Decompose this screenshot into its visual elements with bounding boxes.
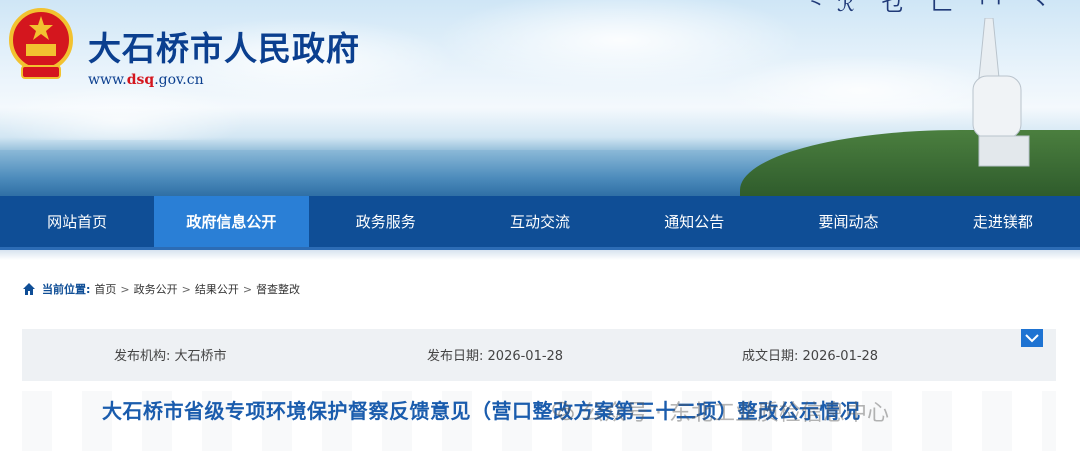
nav-item-services[interactable]: 政务服务 [309,196,463,247]
collapse-button[interactable] [1021,329,1043,347]
site-banner: 大石桥市人民政府 www.dsq.gov.cn ⺀ℛ 乜 𠃊 冖 ⼂ [0,0,1080,196]
nav-item-notices[interactable]: 通知公告 [617,196,771,247]
monument-icon [972,18,1030,167]
banner-clouds [0,0,1080,140]
nav-item-interaction[interactable]: 互动交流 [463,196,617,247]
main-nav: 网站首页 政府信息公开 政务服务 互动交流 通知公告 要闻动态 走进镁都 [0,196,1080,250]
national-emblem-icon [9,8,73,79]
url-prefix: www. [88,72,127,88]
meta-publish-date: 发布日期: 2026-01-28 [427,345,563,364]
breadcrumb-results[interactable]: 结果公开 [195,281,239,297]
url-suffix: .gov.cn [154,72,204,88]
publisher-value: 大石桥市 [174,349,227,364]
meta-written-date: 成文日期: 2026-01-28 [742,345,878,364]
nav-item-gov-info[interactable]: 政府信息公开 [154,196,309,247]
breadcrumb-separator: > [120,282,130,296]
nav-shadow [0,250,1080,260]
breadcrumb-gov-affairs[interactable]: 政务公开 [134,281,178,297]
breadcrumb-supervision[interactable]: 督查整改 [256,281,300,297]
home-icon [23,283,35,295]
chevron-down-icon [1025,334,1039,343]
publish-date-value: 2026-01-28 [487,349,564,364]
nav-item-about[interactable]: 走进镁都 [926,196,1080,247]
article-meta-panel: 发布机构: 大石桥市 发布日期: 2026-01-28 成文日期: 2026-0… [22,329,1056,381]
watermark: 公众号 · 东北工业质检信息中心 [552,395,889,427]
breadcrumb-label: 当前位置: [42,283,91,296]
nav-item-news[interactable]: 要闻动态 [771,196,925,247]
publish-date-label: 发布日期: [427,349,484,364]
site-url[interactable]: www.dsq.gov.cn [88,72,204,88]
breadcrumb-separator: > [242,282,253,296]
watermark-text: 公众号 · 东北工业质检信息中心 [582,401,889,426]
url-highlight: dsq [126,72,155,88]
breadcrumb: 当前位置: 首页 > 政务公开 > 结果公开 > 督查整改 [22,280,300,298]
nav-item-home[interactable]: 网站首页 [0,196,154,247]
banner-slogan: ⺀ℛ 乜 𠃊 冖 ⼂ [805,0,1061,17]
site-title[interactable]: 大石桥市人民政府 [88,22,360,70]
meta-publisher: 发布机构: 大石桥市 [114,345,227,364]
publisher-label: 发布机构: [114,349,171,364]
breadcrumb-separator: > [181,282,191,296]
wechat-icon [552,401,574,421]
written-date-label: 成文日期: [742,349,799,364]
article-header: 大石桥市省级专项环境保护督察反馈意见（营口整改方案第三十二项）整改公示情况 公众… [22,381,1056,451]
written-date-value: 2026-01-28 [802,349,879,364]
breadcrumb-home[interactable]: 首页 [94,281,116,297]
